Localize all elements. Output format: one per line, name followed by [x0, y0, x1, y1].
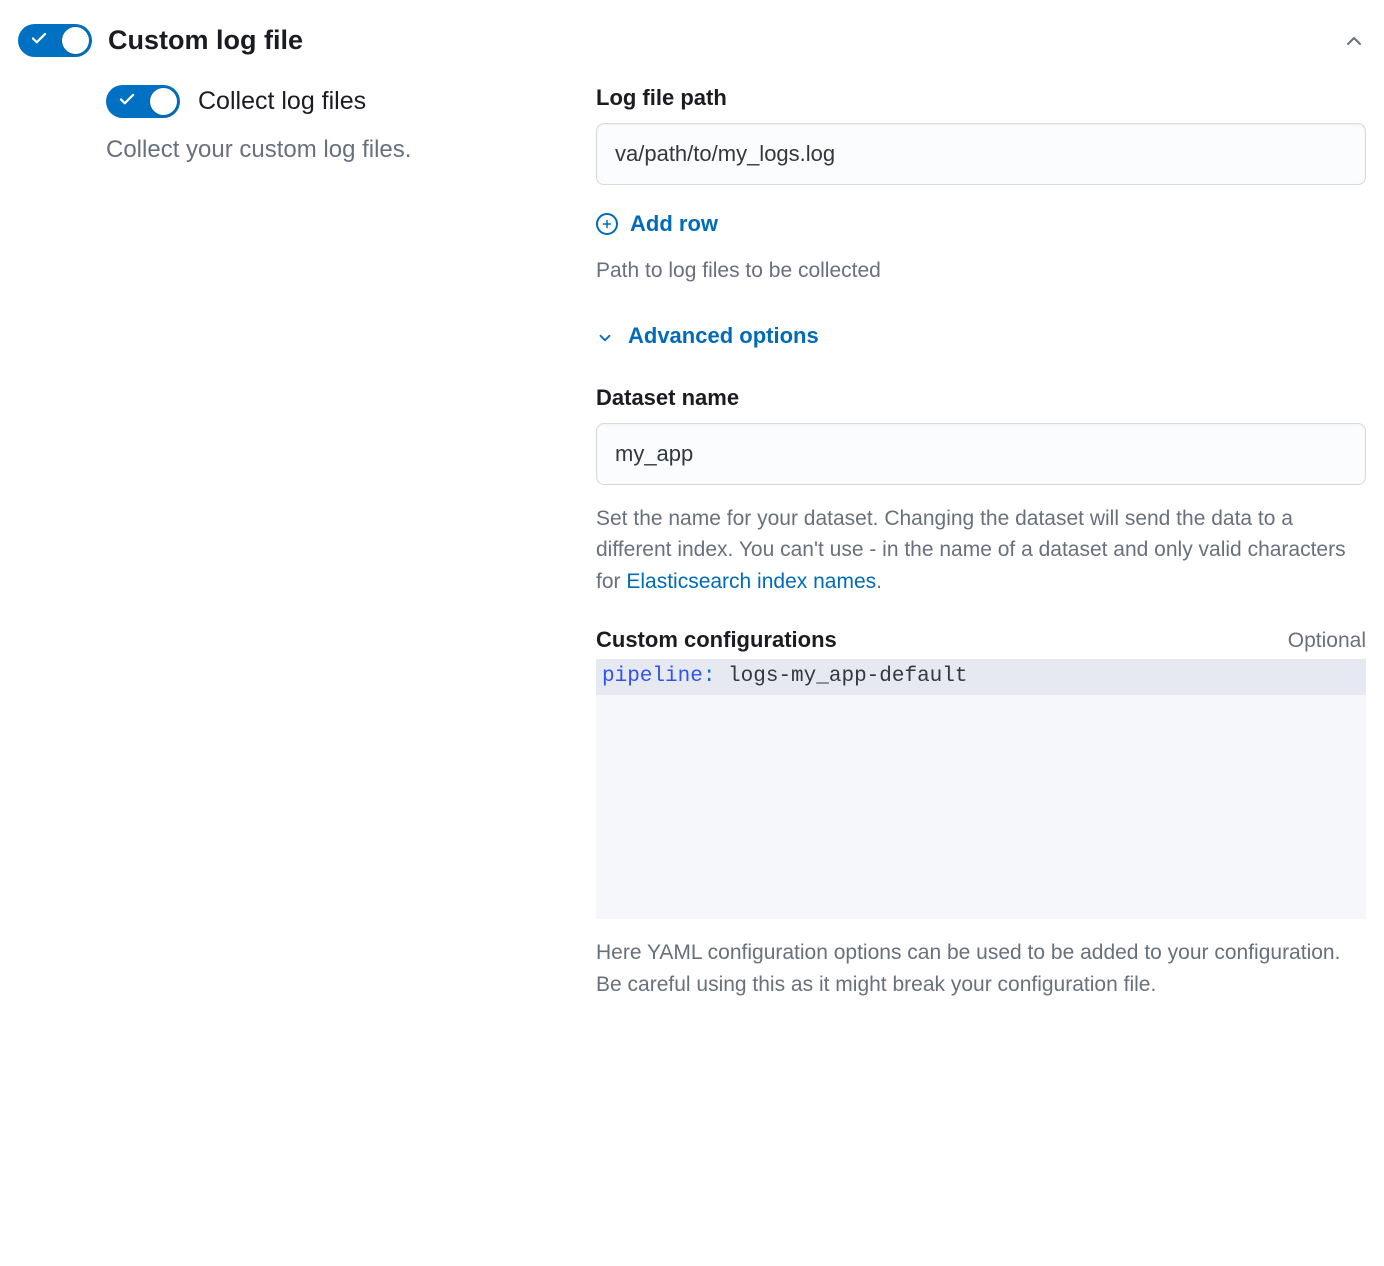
elasticsearch-link[interactable]: Elasticsearch index names [626, 570, 876, 593]
check-icon [30, 29, 48, 52]
collect-toggle[interactable] [106, 85, 180, 118]
add-row-label: Add row [630, 211, 718, 237]
custom-config-help: Here YAML configuration options can be u… [596, 937, 1366, 1000]
toggle-knob [62, 27, 89, 54]
section-title: Custom log file [108, 25, 1326, 56]
log-path-label: Log file path [596, 85, 1366, 111]
log-path-input[interactable] [596, 123, 1366, 185]
optional-tag: Optional [1288, 629, 1366, 653]
yaml-line: pipeline: logs-my_app-default [596, 659, 1366, 695]
collect-label: Collect log files [198, 87, 366, 116]
yaml-value: logs-my_app-default [728, 665, 967, 688]
collect-description: Collect your custom log files. [106, 136, 556, 164]
add-row-button[interactable]: Add row [596, 211, 1366, 237]
plus-circle-icon [596, 213, 618, 235]
custom-config-editor[interactable]: pipeline: logs-my_app-default [596, 659, 1366, 919]
advanced-options-label: Advanced options [628, 323, 819, 349]
log-path-help: Path to log files to be collected [596, 255, 1366, 287]
left-column: Collect log files Collect your custom lo… [106, 85, 556, 1030]
chevron-down-icon [596, 327, 614, 345]
dataset-input[interactable] [596, 423, 1366, 485]
chevron-up-icon[interactable] [1342, 29, 1366, 53]
right-column: Log file path Add row Path to log files … [596, 85, 1366, 1030]
dataset-help: Set the name for your dataset. Changing … [596, 503, 1366, 598]
check-icon [118, 90, 136, 113]
toggle-knob [150, 88, 177, 115]
section-header: Custom log file [18, 24, 1366, 57]
advanced-options-toggle[interactable]: Advanced options [596, 323, 1366, 349]
custom-config-label: Custom configurations [596, 627, 837, 653]
dataset-label: Dataset name [596, 385, 1366, 411]
section-toggle[interactable] [18, 24, 92, 57]
dataset-help-suffix: . [876, 570, 882, 593]
yaml-key: pipeline [602, 665, 703, 688]
